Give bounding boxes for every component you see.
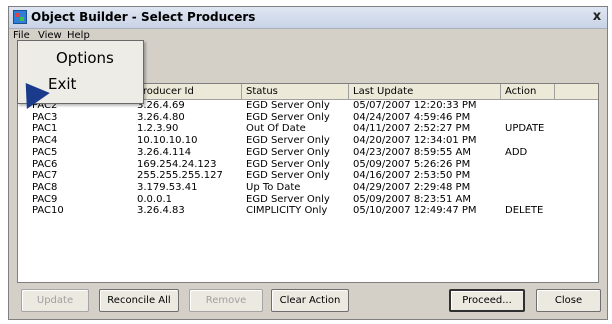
cell-updated: 04/29/2007 2:29:48 PM <box>353 181 471 193</box>
cell-status: Up To Date <box>246 181 301 193</box>
cell-status: EGD Server Only <box>246 100 330 111</box>
close-icon[interactable]: x <box>590 9 604 24</box>
producers-list[interactable]: Producer Id Status Last Update Action PA… <box>17 83 599 283</box>
cell-updated: 04/16/2007 2:53:50 PM <box>353 170 471 182</box>
cell-status: CIMPLICITY Only <box>246 205 328 217</box>
cell-id: 3.26.4.69 <box>137 100 185 111</box>
cell-status: EGD Server Only <box>246 193 330 205</box>
close-button[interactable]: Close <box>536 289 601 312</box>
table-row[interactable]: PAC9 0.0.0.1 EGD Server Only 05/09/2007 8:2… <box>18 194 598 205</box>
cell-updated: 04/20/2007 12:34:01 PM <box>353 135 477 147</box>
cell-id: 10.10.10.10 <box>137 135 198 147</box>
cell-id: 3.179.53.41 <box>137 181 198 193</box>
cell-status: EGD Server Only <box>246 146 330 158</box>
cell-updated: 04/23/2007 8:59:55 AM <box>353 146 472 158</box>
cell-name: PAC3 <box>32 111 58 123</box>
title-bar[interactable]: Object Builder - Select Producers x <box>9 7 607 29</box>
cell-id: 255.255.255.127 <box>137 170 223 182</box>
cell-action: DELETE <box>505 205 544 217</box>
column-header-last-update[interactable]: Last Update <box>349 84 501 99</box>
column-header-status[interactable]: Status <box>242 84 349 99</box>
clear-action-button[interactable]: Clear Action <box>271 289 349 312</box>
table-row[interactable]: PAC7 255.255.255.127 EGD Server Only 04/16/… <box>18 170 598 181</box>
proceed-button[interactable]: Proceed... <box>449 289 525 312</box>
table-row[interactable]: PAC4 10.10.10.10 EGD Server Only 04/20/2007… <box>18 135 598 146</box>
cell-updated: 05/09/2007 5:26:26 PM <box>353 158 471 170</box>
cell-updated: 05/07/2007 12:20:33 PM <box>353 100 477 111</box>
cell-status: Out Of Date <box>246 123 306 135</box>
cell-status: EGD Server Only <box>246 111 330 123</box>
menu-item-options[interactable]: Options <box>18 46 143 70</box>
cell-updated: 05/10/2007 12:49:47 PM <box>353 205 477 217</box>
cell-name: PAC8 <box>32 181 58 193</box>
cell-id: 1.2.3.90 <box>137 123 179 135</box>
cell-name: PAC5 <box>32 146 58 158</box>
table-row[interactable]: PAC6 169.254.24.123 EGD Server Only 05/09/2… <box>18 159 598 170</box>
cell-id: 0.0.0.1 <box>137 193 172 205</box>
cell-id: 3.26.4.80 <box>137 111 185 123</box>
window-title: Object Builder - Select Producers <box>31 10 256 24</box>
cell-name: PAC9 <box>32 193 58 205</box>
table-row[interactable]: PAC5 3.26.4.114 EGD Server Only 04/23/2007 … <box>18 147 598 158</box>
cell-id: 3.26.4.83 <box>137 205 185 217</box>
cell-action: UPDATE <box>505 123 545 135</box>
cell-updated: 04/24/2007 4:59:46 PM <box>353 111 471 123</box>
column-header-action[interactable]: Action <box>501 84 555 99</box>
app-icon <box>13 10 27 24</box>
cell-updated: 04/11/2007 2:52:27 PM <box>353 123 471 135</box>
table-row[interactable]: PAC10 3.26.4.83 CIMPLICITY Only 05/10/2007 … <box>18 205 598 216</box>
cell-status: EGD Server Only <box>246 170 330 182</box>
cell-name: PAC7 <box>32 170 58 182</box>
cell-name: PAC1 <box>32 123 58 135</box>
table-row[interactable]: PAC3 3.26.4.80 EGD Server Only 04/24/2007 4… <box>18 112 598 123</box>
reconcile-all-button[interactable]: Reconcile All <box>99 289 179 312</box>
cell-id: 169.254.24.123 <box>137 158 217 170</box>
table-row[interactable]: PAC8 3.179.53.41 Up To Date 04/29/2007 2:29… <box>18 182 598 193</box>
cell-status: EGD Server Only <box>246 158 330 170</box>
cell-id: 3.26.4.114 <box>137 146 192 158</box>
column-header-filler <box>555 84 598 99</box>
table-row[interactable]: PAC1 1.2.3.90 Out Of Date 04/11/2007 2:52:2… <box>18 123 598 134</box>
cell-action: ADD <box>505 146 528 158</box>
remove-button[interactable]: Remove <box>189 289 263 312</box>
cell-status: EGD Server Only <box>246 135 330 147</box>
column-header-producer-id[interactable]: Producer Id <box>133 84 242 99</box>
cell-name: PAC6 <box>32 158 58 170</box>
cell-updated: 05/09/2007 8:23:51 AM <box>353 193 472 205</box>
cell-name: PAC4 <box>32 135 58 147</box>
update-button[interactable]: Update <box>21 289 89 312</box>
cell-name: PAC10 <box>32 205 64 217</box>
